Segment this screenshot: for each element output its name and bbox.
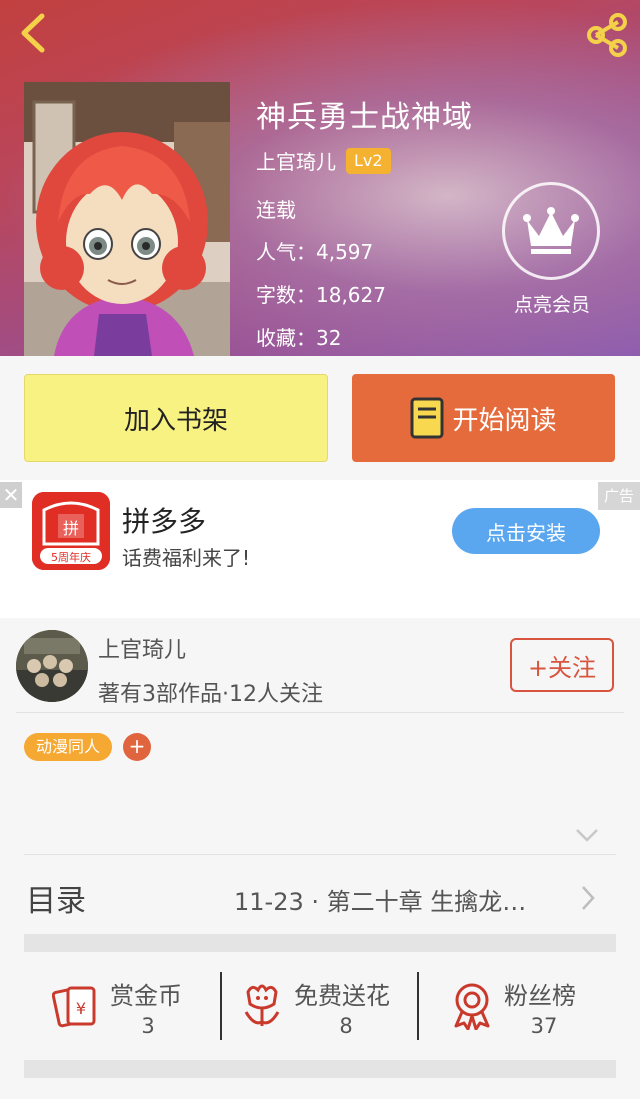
free-flowers[interactable]: 免费送花 8 [240, 968, 410, 1042]
add-tag-button[interactable]: + [123, 733, 151, 761]
svg-text:拼: 拼 [63, 519, 79, 538]
reward-coins[interactable]: ¥ 赏金币 3 [52, 968, 212, 1042]
tag-chip[interactable]: 动漫同人 [24, 733, 113, 761]
ad-install-button[interactable]: 点击安装 [452, 508, 600, 554]
cover-illustration [24, 82, 230, 356]
red-envelope-icon: ¥ [52, 986, 96, 1028]
reward-coins-value: 3 [141, 1014, 155, 1038]
flower-icon [244, 984, 280, 1026]
author-card-stats: 著有3部作品·12人关注 [98, 682, 323, 707]
author-row[interactable]: 上官琦儿 Lv2 [256, 146, 391, 175]
book-icon [410, 397, 444, 439]
serial-status: 连载 [256, 198, 296, 222]
svg-text:¥: ¥ [76, 999, 86, 1018]
word-count: 字数：18,627 [256, 283, 386, 307]
level-badge: Lv2 [346, 147, 391, 174]
book-cover[interactable] [24, 82, 230, 356]
fan-ranking[interactable]: 粉丝榜 37 [450, 968, 600, 1042]
follow-button[interactable]: +关注 [510, 638, 614, 692]
divider [417, 972, 419, 1040]
fan-ranking-label: 粉丝榜 [504, 982, 576, 1010]
pinduoduo-logo[interactable]: 拼 5周年庆 [32, 492, 110, 570]
back-arrow-icon[interactable] [14, 10, 54, 56]
divider [220, 972, 222, 1040]
book-title: 神兵勇士战神域 [256, 100, 473, 135]
author-card-name[interactable]: 上官琦儿 [98, 632, 186, 664]
start-reading-label: 开始阅读 [452, 405, 557, 436]
ad-close-button[interactable]: ✕ [0, 482, 22, 508]
toc-label[interactable]: 目录 [26, 876, 86, 920]
chevron-down-icon[interactable] [574, 826, 600, 844]
ad-tag: 广告 [598, 482, 640, 510]
favorites-count: 收藏：32 [256, 326, 342, 350]
section-separator [24, 1060, 616, 1078]
fan-ranking-value: 37 [530, 1014, 558, 1038]
author-avatar[interactable] [16, 630, 88, 702]
free-flowers-label: 免费送花 [294, 982, 390, 1010]
ad-subtitle: 话费福利来了! [122, 546, 251, 570]
free-flowers-value: 8 [339, 1014, 353, 1038]
chevron-right-icon[interactable] [580, 884, 596, 912]
reward-coins-label: 赏金币 [110, 982, 182, 1010]
book-header: 神兵勇士战神域 上官琦儿 Lv2 连载 人气：4,597 字数：18,627 收… [0, 0, 640, 356]
add-to-shelf-button[interactable]: 加入书架 [24, 374, 328, 462]
author-name[interactable]: 上官琦儿 [256, 146, 336, 175]
divider [16, 712, 624, 713]
share-icon[interactable] [584, 12, 630, 58]
crown-icon [523, 207, 579, 254]
divider [24, 854, 616, 855]
popularity: 人气：4,597 [256, 240, 374, 264]
ad-app-name: 拼多多 [122, 505, 207, 538]
start-reading-button[interactable]: 开始阅读 [352, 374, 615, 462]
svg-text:5周年庆: 5周年庆 [51, 550, 91, 564]
membership-label[interactable]: 点亮会员 [490, 290, 614, 317]
award-ribbon-icon [454, 983, 490, 1030]
toc-latest-chapter[interactable]: 11-23 · 第二十章 生擒龙… [234, 882, 526, 917]
membership-button[interactable] [502, 182, 600, 280]
section-separator [24, 934, 616, 952]
